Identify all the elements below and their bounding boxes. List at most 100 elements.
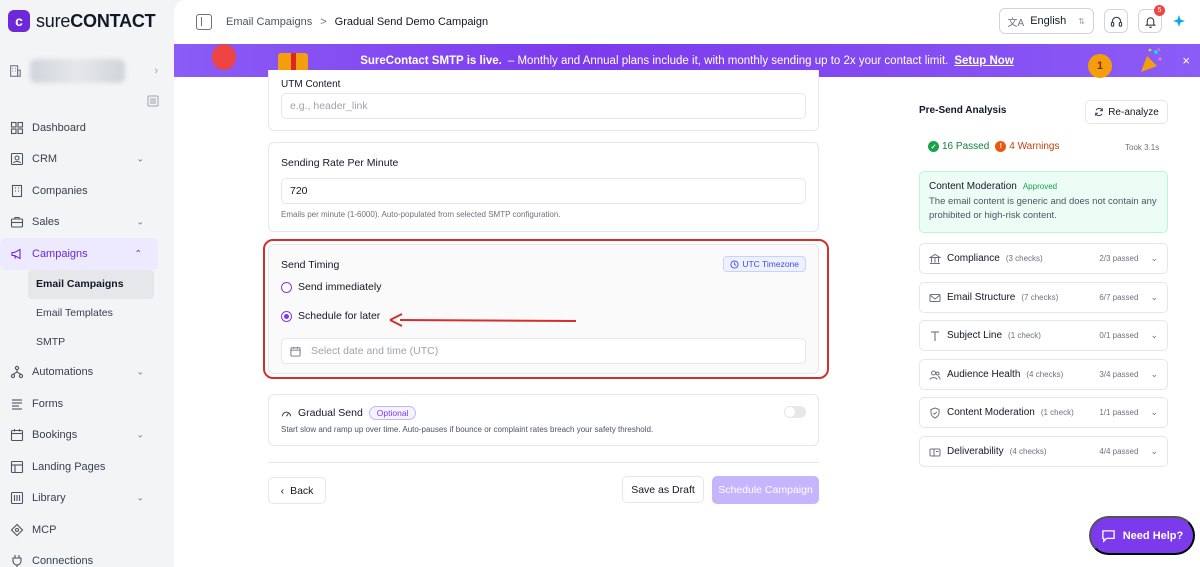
utm-content-input[interactable]: e.g., header_link	[281, 93, 806, 119]
envelope-icon	[929, 293, 941, 302]
dashboard-icon	[10, 121, 24, 134]
chevron-right-icon: ›	[154, 65, 158, 77]
check-deliverability[interactable]: Deliverability (4 checks) 4/4 passed ⌄	[919, 436, 1168, 467]
check-name: Deliverability	[947, 446, 1004, 457]
sidebar-nav: Dashboard CRM ⌄ Companies Sales ⌄ Campai…	[0, 112, 160, 567]
back-button[interactable]: ‹ Back	[268, 477, 326, 504]
gradual-send-description: Start slow and ramp up over time. Auto-p…	[281, 425, 654, 434]
crm-icon	[10, 153, 24, 166]
check-name: Compliance	[947, 253, 1000, 264]
divider	[268, 462, 819, 463]
sidebar-item-library[interactable]: Library ⌄	[0, 483, 160, 515]
schedule-campaign-button[interactable]: Schedule Campaign	[712, 476, 819, 504]
send-immediately-option[interactable]: Send immediately	[281, 281, 381, 293]
check-count: (7 checks)	[1021, 293, 1059, 302]
breadcrumb-current: Gradual Send Demo Campaign	[334, 16, 489, 28]
sending-rate-card: Sending Rate Per Minute 720 Emails per m…	[268, 142, 819, 232]
forms-icon	[12, 399, 22, 410]
check-compliance[interactable]: Compliance (3 checks) 2/3 passed ⌄	[919, 243, 1168, 274]
moderation-text: The email content is generic and does no…	[929, 196, 1157, 221]
main-panel: Email Campaigns > Gradual Send Demo Camp…	[174, 0, 1200, 567]
users-icon	[929, 370, 941, 380]
send-immediately-label: Send immediately	[298, 281, 382, 293]
chevron-down-icon: ⌄	[136, 492, 144, 503]
sidebar-item-bookings[interactable]: Bookings ⌄	[0, 420, 160, 452]
sidebar-item-connections[interactable]: Connections	[0, 546, 160, 567]
sidebar-item-crm[interactable]: CRM ⌄	[0, 144, 160, 176]
sidebar-item-campaigns[interactable]: Campaigns ⌃	[0, 238, 158, 270]
sidebar: c sureCONTACT › Dashboard CRM ⌄ Companie…	[0, 0, 172, 567]
send-timing-label: Send Timing	[281, 259, 340, 271]
chevron-down-icon: ⌄	[136, 429, 144, 440]
analysis-summary: ✓ 16 Passed ! 4 Warnings	[928, 141, 1059, 152]
sidebar-item-label: Landing Pages	[32, 460, 106, 473]
need-help-button[interactable]: Need Help?	[1089, 516, 1195, 555]
building-icon	[10, 65, 21, 77]
sidebar-subitem-email-campaigns[interactable]: Email Campaigns	[28, 269, 154, 299]
annotation-arrow-icon	[389, 313, 577, 327]
balloon-icon	[212, 44, 236, 70]
chevron-down-icon: ⌄	[1150, 369, 1158, 379]
check-audience-health[interactable]: Audience Health (4 checks) 3/4 passed ⌄	[919, 359, 1168, 390]
breadcrumb-separator: >	[320, 16, 327, 28]
toggle-sidebar-icon[interactable]	[196, 14, 212, 30]
moderation-title: Content Moderation	[929, 181, 1017, 192]
chevron-down-icon: ⌄	[1150, 446, 1158, 456]
calendar-icon	[290, 346, 301, 357]
check-email-structure[interactable]: Email Structure (7 checks) 6/7 passed ⌄	[919, 282, 1168, 313]
banner-headline: SureContact SMTP is live.	[360, 54, 502, 67]
banner-close-icon[interactable]: ×	[1182, 53, 1190, 68]
brand-logo[interactable]: c sureCONTACT	[8, 10, 156, 32]
sidebar-subitem-email-templates[interactable]: Email Templates	[0, 299, 160, 328]
check-content-moderation[interactable]: Content Moderation (1 check) 1/1 passed …	[919, 397, 1168, 428]
schedule-datetime-placeholder: Select date and time (UTC)	[311, 345, 439, 357]
gradual-send-toggle[interactable]	[784, 406, 806, 418]
brand-name-prefix: sure	[36, 10, 71, 31]
check-circle-icon: ✓	[928, 141, 939, 152]
schedule-later-radio[interactable]	[281, 310, 292, 322]
ai-spark-icon[interactable]	[1172, 14, 1186, 28]
sidebar-item-label: Bookings	[32, 429, 78, 442]
topbar: Email Campaigns > Gradual Send Demo Camp…	[174, 0, 1200, 44]
language-select[interactable]: 文A English ⇅	[998, 8, 1094, 34]
notifications-button[interactable]: 5	[1138, 5, 1165, 33]
sidebar-item-dashboard[interactable]: Dashboard	[0, 112, 160, 144]
banner-setup-link[interactable]: Setup Now	[954, 55, 1013, 67]
plug-icon	[12, 555, 22, 567]
utc-timezone-badge: UTC Timezone	[723, 256, 806, 272]
sidebar-item-mcp[interactable]: MCP	[0, 514, 160, 546]
mailbox-icon	[929, 448, 941, 456]
workspace-switcher[interactable]: ›	[8, 58, 158, 84]
check-subject-line[interactable]: Subject Line (1 check) 0/1 passed ⌄	[919, 320, 1168, 351]
sidebar-item-automations[interactable]: Automations ⌄	[0, 357, 160, 389]
chevron-up-icon: ⌃	[134, 248, 142, 259]
breadcrumb-parent[interactable]: Email Campaigns	[226, 16, 312, 28]
sidebar-item-companies[interactable]: Companies	[0, 175, 160, 207]
schedule-later-option[interactable]: Schedule for later	[281, 310, 380, 322]
save-draft-button[interactable]: Save as Draft	[622, 476, 704, 503]
workflow-icon	[10, 366, 24, 379]
sidebar-subitem-smtp[interactable]: SMTP	[0, 328, 160, 357]
translate-icon: 文A	[1007, 17, 1025, 29]
sending-rate-input[interactable]: 720	[281, 178, 806, 204]
sidebar-item-landing-pages[interactable]: Landing Pages	[0, 451, 160, 483]
sidebar-item-label: Sales	[32, 216, 60, 229]
check-count: (4 checks)	[1026, 370, 1064, 379]
banner-text: – Monthly and Annual plans include it, w…	[507, 54, 949, 67]
refresh-icon	[1095, 107, 1104, 117]
send-immediately-radio[interactable]	[281, 281, 292, 293]
library-icon	[10, 492, 24, 505]
reanalyze-button[interactable]: Re-analyze	[1085, 100, 1168, 124]
chevron-down-icon: ⌄	[1150, 407, 1158, 417]
support-button[interactable]	[1104, 9, 1128, 33]
logo-mark-icon: c	[8, 10, 30, 32]
schedule-datetime-input[interactable]: Select date and time (UTC)	[281, 338, 806, 364]
sidebar-item-sales[interactable]: Sales ⌄	[0, 207, 160, 239]
collapse-sidebar-icon[interactable]	[147, 95, 159, 107]
check-result: 4/4 passed	[1099, 447, 1139, 456]
check-count: (1 check)	[1040, 408, 1074, 417]
passed-count: ✓ 16 Passed	[928, 141, 989, 152]
check-count: (3 checks)	[1005, 254, 1043, 263]
sidebar-item-forms[interactable]: Forms	[0, 388, 160, 420]
sidebar-item-label: CRM	[32, 153, 58, 166]
